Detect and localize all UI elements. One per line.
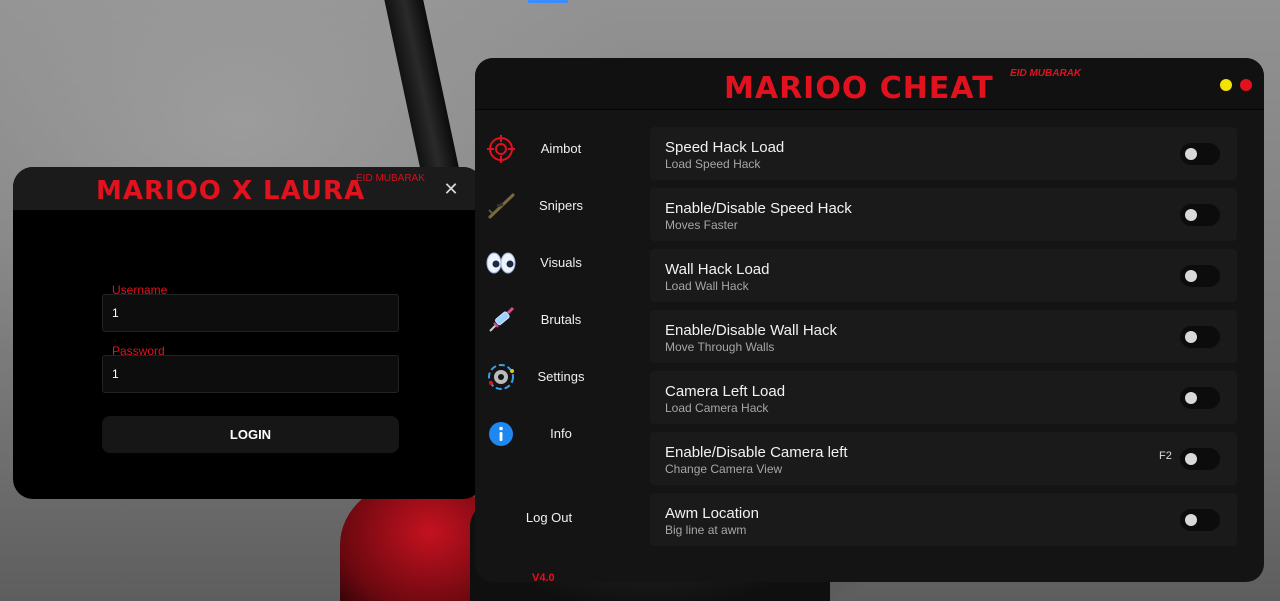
toggle-knob	[1185, 453, 1197, 465]
option-toggle[interactable]	[1180, 265, 1220, 287]
option-row: Camera Left Load Load Camera Hack	[650, 371, 1237, 424]
gear-icon	[485, 361, 517, 393]
info-icon	[485, 418, 517, 450]
option-description: Load Wall Hack	[665, 279, 749, 293]
crosshair-icon	[485, 133, 517, 165]
option-title: Speed Hack Load	[665, 139, 785, 156]
sidebar-item-label: Snipers	[538, 198, 584, 213]
option-toggle[interactable]	[1180, 326, 1220, 348]
option-row: Wall Hack Load Load Wall Hack	[650, 249, 1237, 302]
hotkey-label: F2	[1159, 450, 1172, 462]
option-title: Wall Hack Load	[665, 261, 770, 278]
version-label: V4.0	[532, 572, 555, 582]
eyes-icon	[485, 247, 517, 279]
sidebar-item-visuals[interactable]: Visuals	[485, 247, 605, 279]
sidebar-item-settings[interactable]: Settings	[485, 361, 605, 393]
background-accent-line	[528, 0, 568, 3]
sidebar-item-label: Aimbot	[540, 141, 582, 156]
option-toggle[interactable]	[1180, 143, 1220, 165]
option-row: Enable/Disable Speed Hack Moves Faster	[650, 188, 1237, 241]
option-description: Load Camera Hack	[665, 401, 769, 415]
password-field[interactable]: 1	[102, 355, 399, 393]
option-title: Awm Location	[665, 505, 759, 522]
close-dot-icon[interactable]	[1240, 79, 1252, 91]
cheat-subtitle: EID MUBARAK	[1010, 68, 1082, 79]
option-description: Move Through Walls	[665, 340, 775, 354]
sidebar-item-aimbot[interactable]: Aimbot	[485, 133, 605, 165]
option-toggle[interactable]	[1180, 387, 1220, 409]
option-row: Awm Location Big line at awm	[650, 493, 1237, 546]
sidebar-item-label: Brutals	[540, 312, 582, 327]
option-title: Camera Left Load	[665, 383, 786, 400]
sidebar-item-snipers[interactable]: Snipers	[485, 190, 605, 222]
sidebar-item-label: Settings	[537, 369, 585, 384]
option-title: Enable/Disable Wall Hack	[665, 322, 838, 339]
option-description: Moves Faster	[665, 218, 738, 232]
option-toggle[interactable]	[1180, 204, 1220, 226]
login-title: MARIOO X LAURA	[96, 176, 366, 206]
toggle-knob	[1185, 514, 1197, 526]
cheat-title: MARIOO CHEAT	[724, 71, 994, 106]
option-description: Change Camera View	[665, 462, 783, 476]
option-description: Load Speed Hack	[665, 157, 761, 171]
username-field[interactable]: 1	[102, 294, 399, 332]
option-row: Speed Hack Load Load Speed Hack	[650, 127, 1237, 180]
option-title: Enable/Disable Speed Hack	[665, 200, 852, 217]
cheat-window: MARIOO CHEAT EID MUBARAK Aimbot Snipers …	[475, 58, 1264, 582]
toggle-knob	[1185, 331, 1197, 343]
login-title-bar[interactable]: MARIOO X LAURA EID MUBARAK ✕	[13, 167, 483, 210]
sidebar-item-label: Visuals	[540, 255, 582, 270]
login-window: MARIOO X LAURA EID MUBARAK ✕ Username 1 …	[13, 167, 483, 499]
minimize-dot-icon[interactable]	[1220, 79, 1232, 91]
option-toggle[interactable]	[1180, 509, 1220, 531]
sniper-rifle-icon	[485, 190, 517, 222]
close-icon[interactable]: ✕	[441, 179, 461, 199]
option-row: Enable/Disable Camera left Change Camera…	[650, 432, 1237, 485]
option-title: Enable/Disable Camera left	[665, 444, 848, 461]
sidebar-item-label: Info	[550, 426, 572, 441]
option-row: Enable/Disable Wall Hack Move Through Wa…	[650, 310, 1237, 363]
login-button[interactable]: LOGIN	[102, 416, 399, 453]
option-description: Big line at awm	[665, 523, 747, 537]
toggle-knob	[1185, 209, 1197, 221]
syringe-icon	[485, 304, 517, 336]
option-toggle[interactable]	[1180, 448, 1220, 470]
toggle-knob	[1185, 148, 1197, 160]
cheat-title-bar[interactable]: MARIOO CHEAT EID MUBARAK	[475, 58, 1264, 110]
login-subtitle: EID MUBARAK	[356, 173, 425, 184]
toggle-knob	[1185, 270, 1197, 282]
logout-button[interactable]: Log Out	[515, 510, 583, 525]
toggle-knob	[1185, 392, 1197, 404]
sidebar-item-brutals[interactable]: Brutals	[485, 304, 605, 336]
sidebar-item-info[interactable]: Info	[485, 418, 605, 450]
